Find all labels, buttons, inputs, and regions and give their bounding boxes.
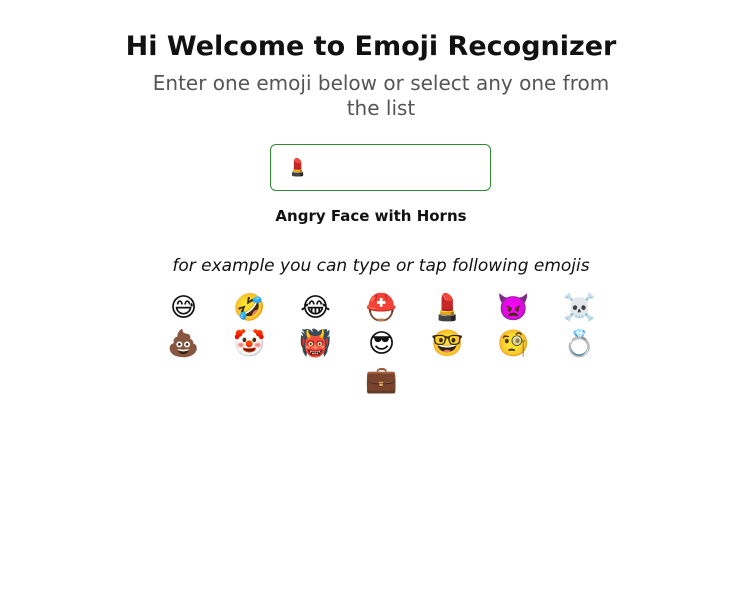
emoji-item[interactable]: 💩: [152, 326, 216, 362]
emoji-item[interactable]: 🤣: [218, 290, 282, 326]
emoji-item[interactable]: 👿: [482, 290, 546, 326]
emoji-item[interactable]: 😂: [284, 290, 348, 326]
emoji-item[interactable]: 🧐: [482, 326, 546, 362]
rescue-helmet-icon: ⛑️: [365, 293, 398, 323]
briefcase-icon: 💼: [365, 365, 398, 395]
emoji-item[interactable]: 😎: [350, 326, 414, 362]
skull-and-crossbones-icon: ☠️: [563, 293, 596, 323]
emoji-recognizer-page: Hi Welcome to Emoji Recognizer Enter one…: [0, 0, 742, 594]
emoji-item[interactable]: 💍: [548, 326, 612, 362]
ogre-icon: 👹: [299, 329, 332, 359]
pile-of-poo-icon: 💩: [167, 329, 200, 359]
emoji-meaning: Angry Face with Horns: [275, 207, 467, 225]
smiling-face-with-sunglasses-icon: 😎: [367, 329, 396, 359]
page-subtitle: Enter one emoji below or select any one …: [152, 71, 610, 120]
emoji-item[interactable]: 💼: [350, 362, 414, 398]
emoji-item[interactable]: ☠️: [548, 290, 612, 326]
face-with-tears-of-joy-icon: 😂: [300, 293, 331, 323]
emoji-item[interactable]: 😅: [152, 290, 216, 326]
example-hint: for example you can type or tap followin…: [172, 256, 590, 276]
ring-icon: 💍: [563, 329, 596, 359]
face-with-monocle-icon: 🧐: [497, 329, 530, 359]
emoji-input[interactable]: [270, 144, 491, 191]
grinning-face-with-sweat-icon: 😅: [169, 293, 198, 323]
emoji-item[interactable]: 💄: [416, 290, 480, 326]
angry-face-with-horns-icon: 👿: [497, 293, 530, 323]
nerd-face-icon: 🤓: [431, 329, 464, 359]
clown-face-icon: 🤡: [233, 329, 266, 359]
emoji-item[interactable]: ⛑️: [350, 290, 414, 326]
emoji-item[interactable]: 👹: [284, 326, 348, 362]
emoji-list: 😅 🤣 😂 ⛑️ 💄 👿 ☠️ 💩 🤡 👹 😎 🤓 🧐 💍 💼: [150, 290, 613, 398]
lipstick-icon: 💄: [431, 293, 464, 323]
page-title: Hi Welcome to Emoji Recognizer: [125, 31, 617, 62]
rolling-on-floor-laughing-icon: 🤣: [233, 293, 266, 323]
emoji-item[interactable]: 🤓: [416, 326, 480, 362]
emoji-item[interactable]: 🤡: [218, 326, 282, 362]
